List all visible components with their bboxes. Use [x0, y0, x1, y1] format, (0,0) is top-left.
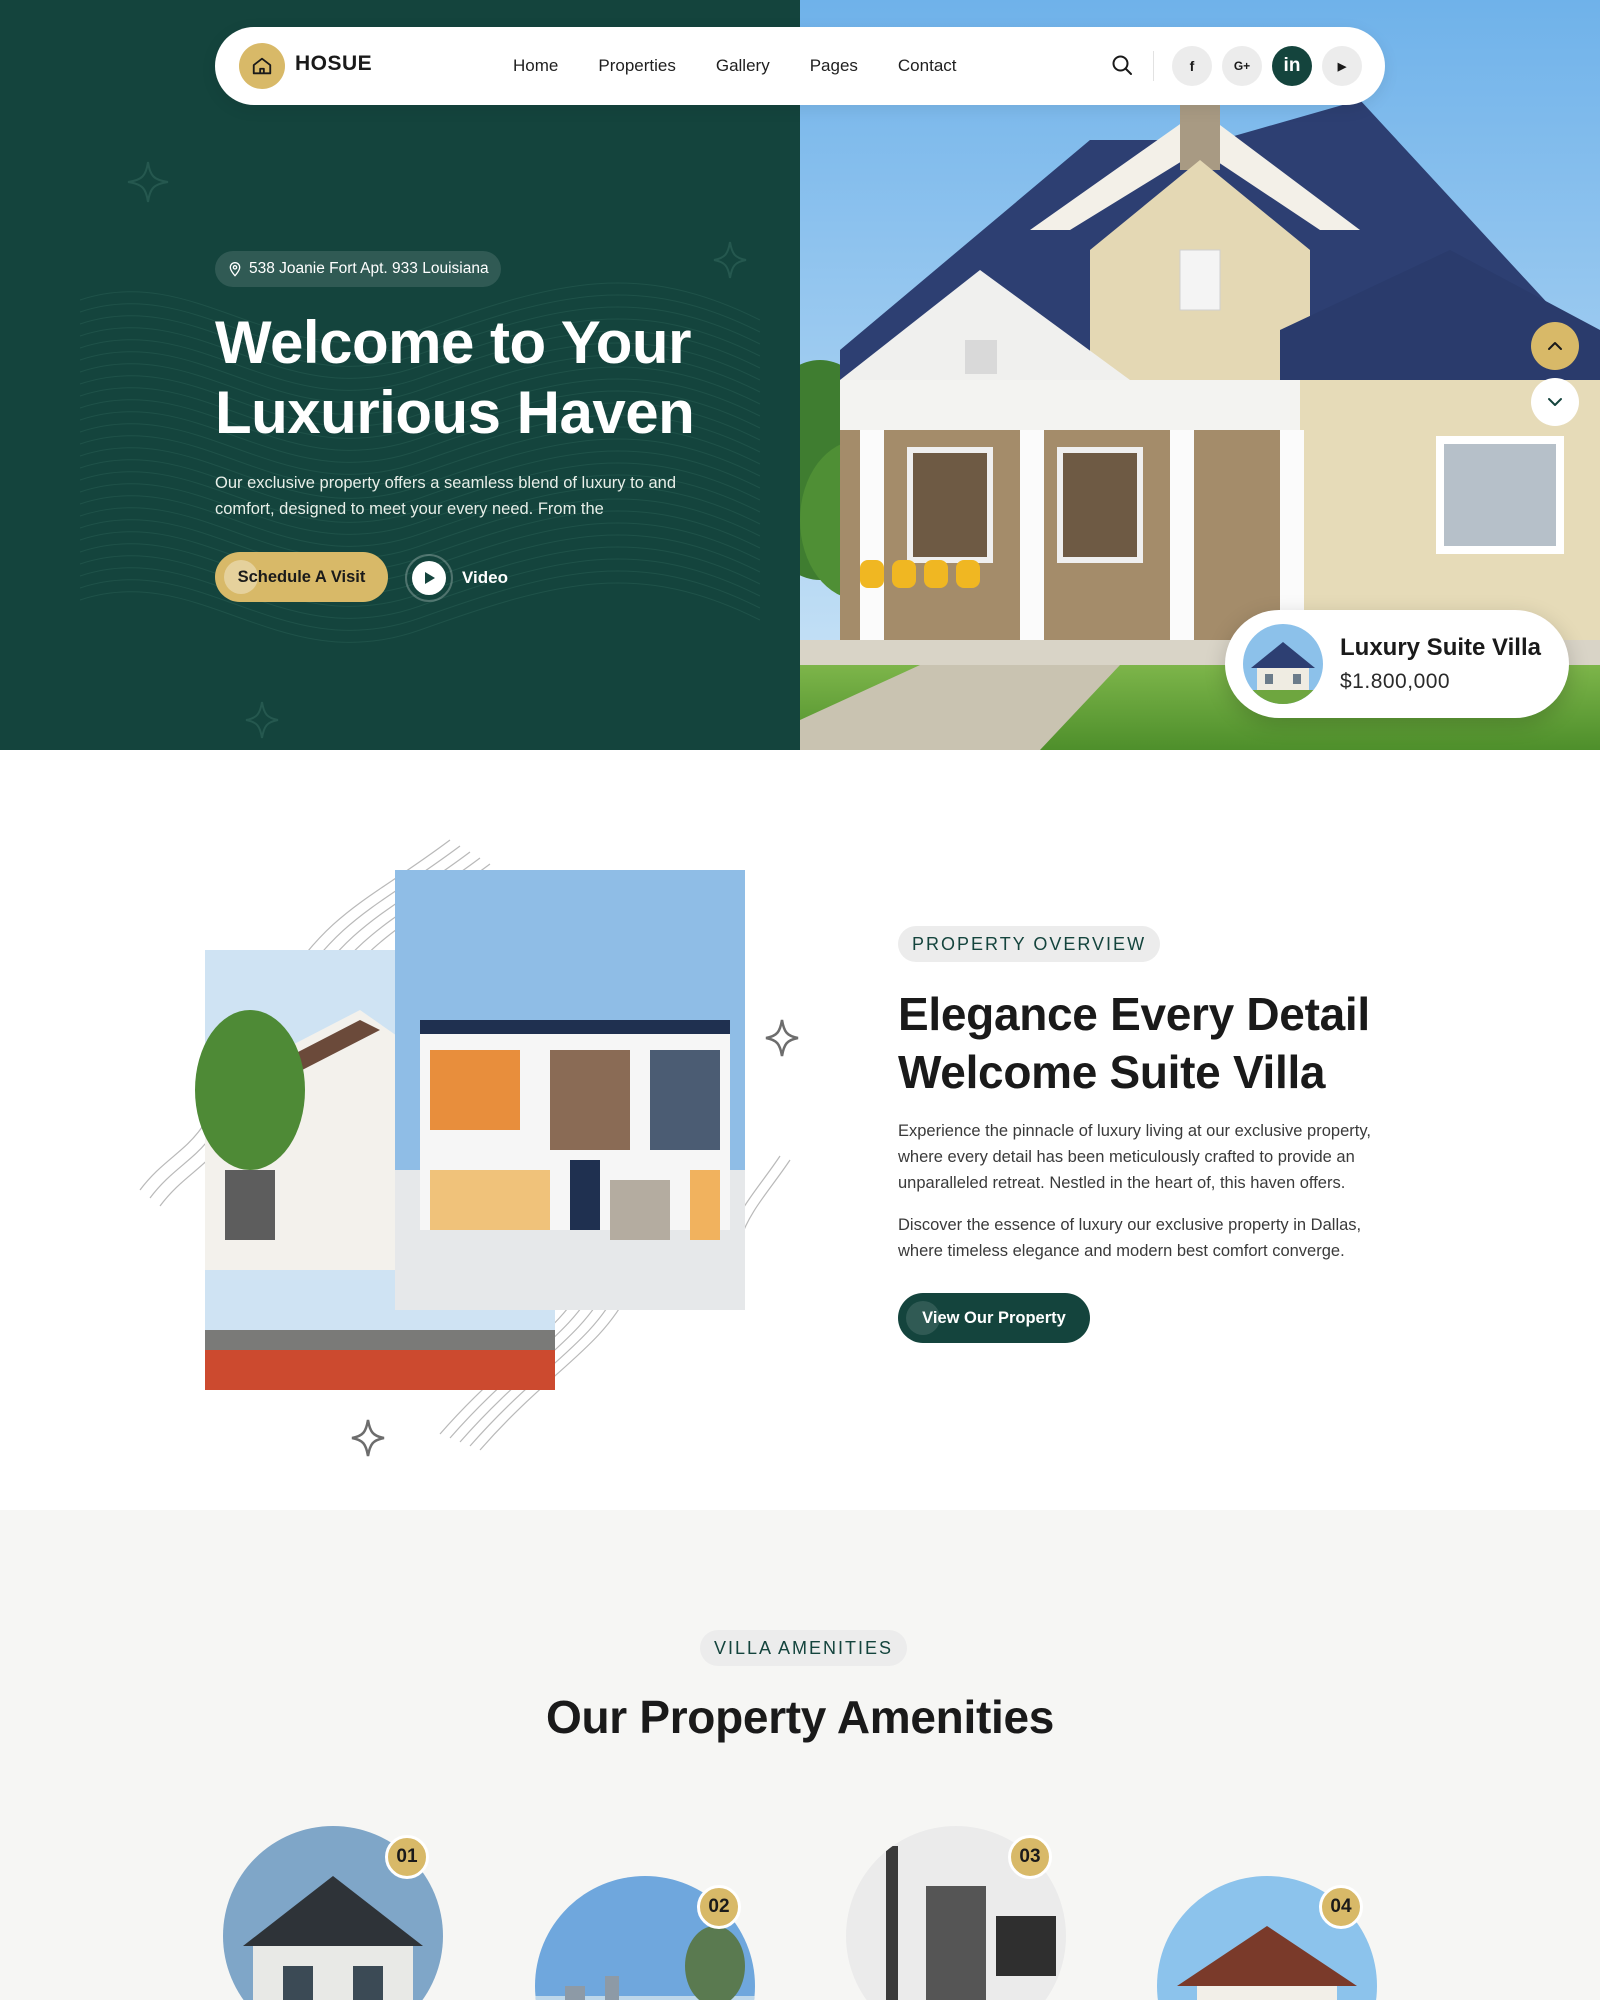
property-overview-section: PROPERTY OVERVIEW Elegance Every Detail … — [0, 750, 1600, 1510]
overview-image-collage — [139, 839, 799, 1457]
villa-thumbnail — [1243, 624, 1323, 704]
youtube-icon[interactable]: ▶ — [1322, 46, 1362, 86]
view-property-button[interactable]: View Our Property — [898, 1293, 1090, 1343]
chevron-down-icon — [1548, 398, 1562, 406]
slider-next-button[interactable] — [1531, 378, 1579, 426]
nav-link-pages[interactable]: Pages — [810, 56, 858, 76]
facebook-icon[interactable]: f — [1172, 46, 1212, 86]
overview-tag: PROPERTY OVERVIEW — [898, 926, 1161, 962]
video-label[interactable]: Video — [462, 568, 508, 588]
address-text: 538 Joanie Fort Apt. 933 Louisiana — [249, 260, 489, 277]
amenities-tag: VILLA AMENITIES — [700, 1630, 908, 1666]
overview-title: Elegance Every Detail Welcome Suite Vill… — [898, 988, 1370, 1098]
chevron-up-icon — [1548, 342, 1562, 350]
nav-links: Home Properties Gallery Pages Contact — [513, 56, 997, 76]
hero-description: Our exclusive property offers a seamless… — [215, 474, 677, 518]
hero-title: Welcome to Your Luxurious Haven — [215, 309, 695, 446]
schedule-visit-label: Schedule A Visit — [237, 567, 366, 586]
logo-home-icon[interactable] — [239, 43, 285, 89]
villa-price: $1.800,000 — [1340, 670, 1451, 693]
location-pin-icon — [229, 262, 241, 277]
main-navbar: HOSUE Home Properties Gallery Pages Cont… — [215, 27, 1385, 105]
search-icon[interactable] — [1110, 53, 1136, 79]
nav-divider — [1153, 51, 1154, 81]
overview-paragraph-2: Discover the essence of luxury our exclu… — [898, 1216, 1362, 1260]
featured-villa-card[interactable]: Luxury Suite Villa $1.800,000 — [1225, 610, 1569, 718]
villa-name: Luxury Suite Villa — [1340, 634, 1541, 661]
amenity-number-2: 02 — [697, 1885, 741, 1929]
overview-paragraph-1: Experience the pinnacle of luxury living… — [898, 1122, 1371, 1192]
nav-link-home[interactable]: Home — [513, 56, 558, 76]
amenities-section: VILLA AMENITIES Our Property Amenities 0… — [0, 1510, 1600, 2000]
address-badge: 538 Joanie Fort Apt. 933 Louisiana — [215, 251, 501, 287]
amenity-number-1: 01 — [385, 1835, 429, 1879]
schedule-visit-button[interactable]: Schedule A Visit — [215, 552, 388, 602]
google-plus-icon[interactable]: G+ — [1222, 46, 1262, 86]
play-icon — [425, 572, 435, 584]
amenities-title: Our Property Amenities — [545, 1691, 1055, 1743]
play-video-button[interactable] — [405, 554, 453, 602]
amenity-number-3: 03 — [1008, 1835, 1052, 1879]
view-property-label: View Our Property — [922, 1308, 1066, 1327]
nav-link-gallery[interactable]: Gallery — [716, 56, 770, 76]
slider-prev-button[interactable] — [1531, 322, 1579, 370]
amenity-number-4: 04 — [1319, 1885, 1363, 1929]
hero-section: HOSUE Home Properties Gallery Pages Cont… — [0, 0, 1600, 750]
brand-name[interactable]: HOSUE — [295, 52, 372, 76]
nav-link-contact[interactable]: Contact — [898, 56, 957, 76]
linkedin-icon[interactable]: in — [1272, 46, 1312, 86]
nav-link-properties[interactable]: Properties — [598, 56, 675, 76]
